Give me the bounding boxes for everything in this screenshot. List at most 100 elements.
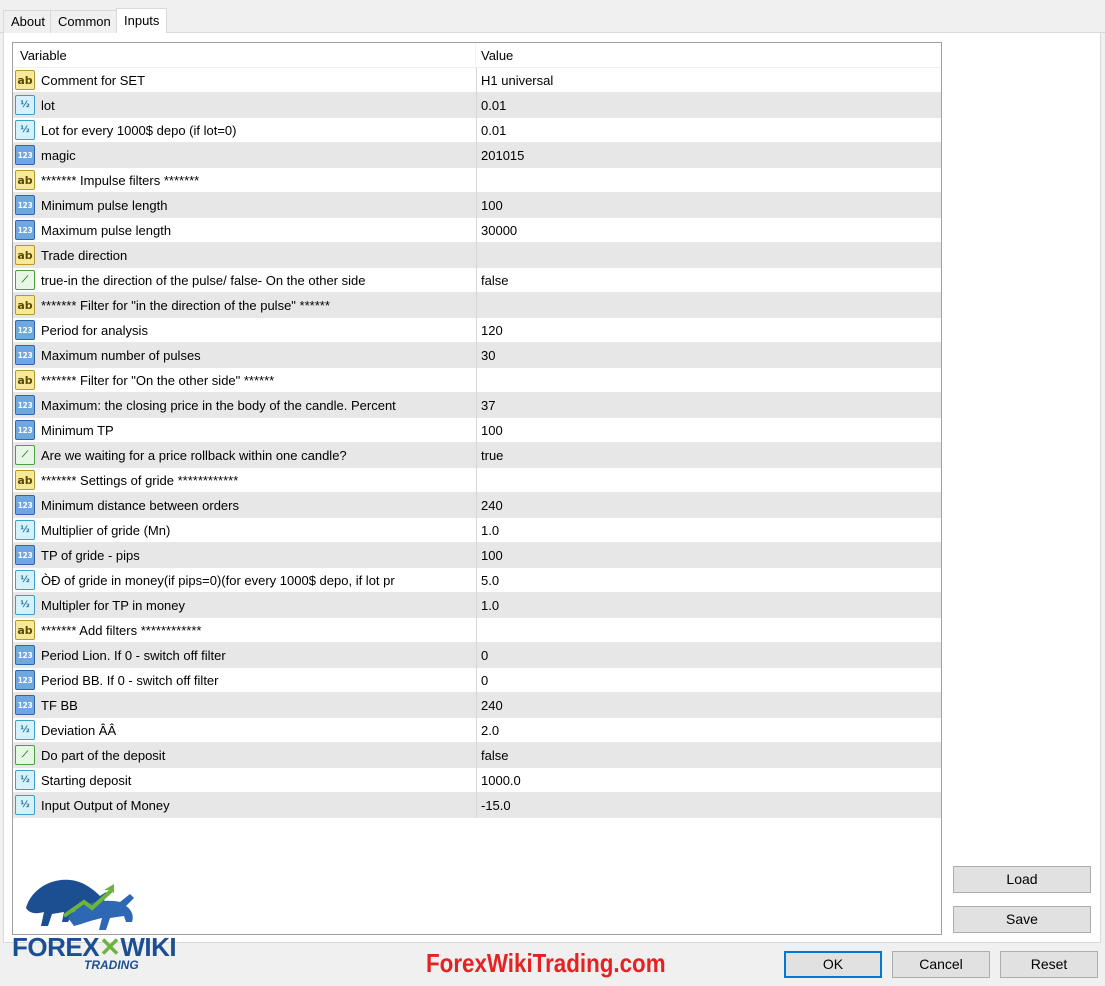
variable-label: lot [41,97,55,113]
inputs-grid[interactable]: Variable Value ab Comment for SET H1 unive… [12,42,942,935]
variable-cell: 123 TP of gride - pips [13,542,477,568]
value-cell[interactable]: 30 [477,343,941,368]
variable-cell: ⟋ Do part of the deposit [13,742,477,768]
column-header-variable[interactable]: Variable [13,43,476,67]
variable-label: Maximum number of pulses [41,347,201,363]
table-row[interactable]: 123 Minimum pulse length 100 [13,192,941,218]
table-row[interactable]: 123 TF BB 240 [13,692,941,718]
value-cell[interactable]: 240 [477,693,941,718]
column-header-value[interactable]: Value [476,43,941,67]
value-cell[interactable] [477,168,941,193]
integer-icon: 123 [15,420,35,440]
tab-common[interactable]: Common [50,10,119,33]
tab-about[interactable]: About [3,10,53,33]
grid-rows: ab Comment for SET H1 universal ½ lot 0.01 ½ Lo… [13,67,941,818]
load-button[interactable]: Load [953,866,1091,893]
integer-icon: 123 [15,145,35,165]
table-row[interactable]: 123 Maximum number of pulses 30 [13,342,941,368]
table-row[interactable]: ⟋ Are we waiting for a price rollback wit… [13,442,941,468]
value-cell[interactable] [477,293,941,318]
tab-inputs[interactable]: Inputs [116,8,168,34]
value-cell[interactable] [477,243,941,268]
value-cell[interactable]: H1 universal [477,68,941,93]
variable-label: TF BB [41,697,78,713]
table-row[interactable]: ab ******* Impulse filters ******* [13,167,941,193]
variable-label: ******* Impulse filters ******* [41,172,200,188]
value-cell[interactable]: 1.0 [477,593,941,618]
variable-label: Period Lion. If 0 - switch off filter [41,647,226,663]
table-row[interactable]: ½ Starting deposit 1000.0 [13,767,941,793]
variable-label: Minimum pulse length [41,197,168,213]
variable-label: Comment for SET [41,72,146,88]
table-row[interactable]: ½ Multiplier of gride (Mn) 1.0 [13,517,941,543]
table-row[interactable]: ½ Multipler for TP in money 1.0 [13,592,941,618]
value-cell[interactable]: 1.0 [477,518,941,543]
table-row[interactable]: ½ ÒÐ of gride in money(if pips=0)(for eve… [13,567,941,593]
table-row[interactable]: 123 Maximum pulse length 30000 [13,217,941,243]
value-cell[interactable]: false [477,743,941,768]
value-cell[interactable]: 120 [477,318,941,343]
value-cell[interactable] [477,468,941,493]
variable-cell: 123 Maximum number of pulses [13,342,477,368]
value-cell[interactable]: 201015 [477,143,941,168]
value-cell[interactable]: -15.0 [477,793,941,818]
value-cell[interactable]: 5.0 [477,568,941,593]
table-row[interactable]: 123 Minimum TP 100 [13,417,941,443]
string-icon: ab [15,245,35,265]
table-row[interactable]: ½ lot 0.01 [13,92,941,118]
table-row[interactable]: 123 Maximum: the closing price in the bod… [13,392,941,418]
table-row[interactable]: ab ******* Filter for "in the direction o… [13,292,941,318]
variable-label: ******* Add filters ************ [41,622,202,638]
string-icon: ab [15,170,35,190]
value-cell[interactable]: 100 [477,543,941,568]
value-cell[interactable]: 0.01 [477,118,941,143]
value-cell[interactable]: 0 [477,668,941,693]
table-row[interactable]: 123 Period Lion. If 0 - switch off filter… [13,642,941,668]
ok-button[interactable]: OK [784,951,882,978]
table-row[interactable]: ab ******* Settings of gride ************ [13,467,941,493]
value-cell[interactable]: 1000.0 [477,768,941,793]
table-row[interactable]: 123 TP of gride - pips 100 [13,542,941,568]
table-row[interactable]: 123 magic 201015 [13,142,941,168]
table-row[interactable]: ⟋ true-in the direction of the pulse/ fal… [13,267,941,293]
watermark-text: ForexWikiTrading.com [426,948,666,978]
table-row[interactable]: ab Trade direction [13,242,941,268]
table-row[interactable]: 123 Minimum distance between orders 240 [13,492,941,518]
variable-label: Input Output of Money [41,797,170,813]
value-cell[interactable]: 0.01 [477,93,941,118]
double-icon: ½ [15,95,35,115]
double-icon: ½ [15,570,35,590]
value-cell[interactable] [477,368,941,393]
table-row[interactable]: ab Comment for SET H1 universal [13,67,941,93]
table-row[interactable]: 123 Period BB. If 0 - switch off filter 0 [13,667,941,693]
save-button[interactable]: Save [953,906,1091,933]
value-cell[interactable]: true [477,443,941,468]
integer-icon: 123 [15,320,35,340]
cancel-button[interactable]: Cancel [892,951,990,978]
variable-cell: 123 Minimum pulse length [13,192,477,218]
variable-label: Lot for every 1000$ depo (if lot=0) [41,122,237,138]
value-cell[interactable]: 240 [477,493,941,518]
variable-cell: 123 Minimum distance between orders [13,492,477,518]
table-row[interactable]: 123 Period for analysis 120 [13,317,941,343]
value-cell[interactable]: 0 [477,643,941,668]
double-icon: ½ [15,770,35,790]
variable-label: ******* Filter for "in the direction of … [41,297,330,313]
value-cell[interactable]: 30000 [477,218,941,243]
table-row[interactable]: ab ******* Filter for "On the other side"… [13,367,941,393]
table-row[interactable]: ½ Input Output of Money -15.0 [13,792,941,818]
table-row[interactable]: ½ Deviation ÂÂ 2.0 [13,717,941,743]
table-row[interactable]: ½ Lot for every 1000$ depo (if lot=0) 0.01 [13,117,941,143]
value-cell[interactable]: 100 [477,418,941,443]
bool-icon: ⟋ [15,445,35,465]
reset-button[interactable]: Reset [1000,951,1098,978]
value-cell[interactable]: false [477,268,941,293]
value-cell[interactable]: 2.0 [477,718,941,743]
variable-label: Maximum: the closing price in the body o… [41,397,396,413]
table-row[interactable]: ⟋ Do part of the deposit false [13,742,941,768]
bull-bear-icon [26,879,134,930]
value-cell[interactable] [477,618,941,643]
table-row[interactable]: ab ******* Add filters ************ [13,617,941,643]
value-cell[interactable]: 100 [477,193,941,218]
value-cell[interactable]: 37 [477,393,941,418]
